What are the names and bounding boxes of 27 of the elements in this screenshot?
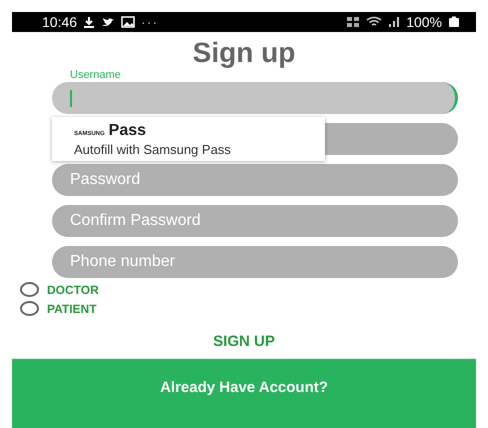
radio-label[interactable]: PATIENT — [47, 302, 97, 316]
input-field[interactable]: Confirm Password — [52, 205, 458, 237]
more-notifications: ··· — [141, 14, 158, 30]
radio-label[interactable]: DOCTOR — [47, 282, 99, 296]
page-title: Sign up — [192, 36, 296, 70]
radio-button[interactable] — [20, 282, 39, 297]
field-placeholder: Phone number — [70, 253, 175, 271]
signal-icon — [388, 16, 400, 28]
image-icon — [121, 16, 136, 28]
radio-button[interactable] — [20, 301, 39, 316]
bird-icon — [101, 16, 116, 28]
field-placeholder: Confirm Password — [70, 212, 201, 230]
field-label: Username — [70, 69, 121, 81]
sign-up-button[interactable]: SIGN UP — [205, 331, 283, 352]
status-time: 10:46 — [42, 14, 78, 30]
brand-large: Pass — [108, 122, 146, 140]
text-cursor — [70, 90, 72, 106]
wifi-icon — [366, 16, 382, 28]
battery-icon — [448, 16, 460, 28]
field-placeholder: Password — [70, 171, 140, 189]
input-field[interactable]: Phone number — [52, 246, 458, 278]
download-icon — [83, 16, 96, 28]
autofill-option[interactable]: Autofill with Samsung Pass — [74, 142, 325, 156]
login-button[interactable]: Already Have Account? — [12, 359, 476, 428]
input-field[interactable]: Password — [52, 164, 458, 196]
battery-percent: 100% — [406, 14, 442, 30]
input-field[interactable] — [52, 82, 458, 114]
